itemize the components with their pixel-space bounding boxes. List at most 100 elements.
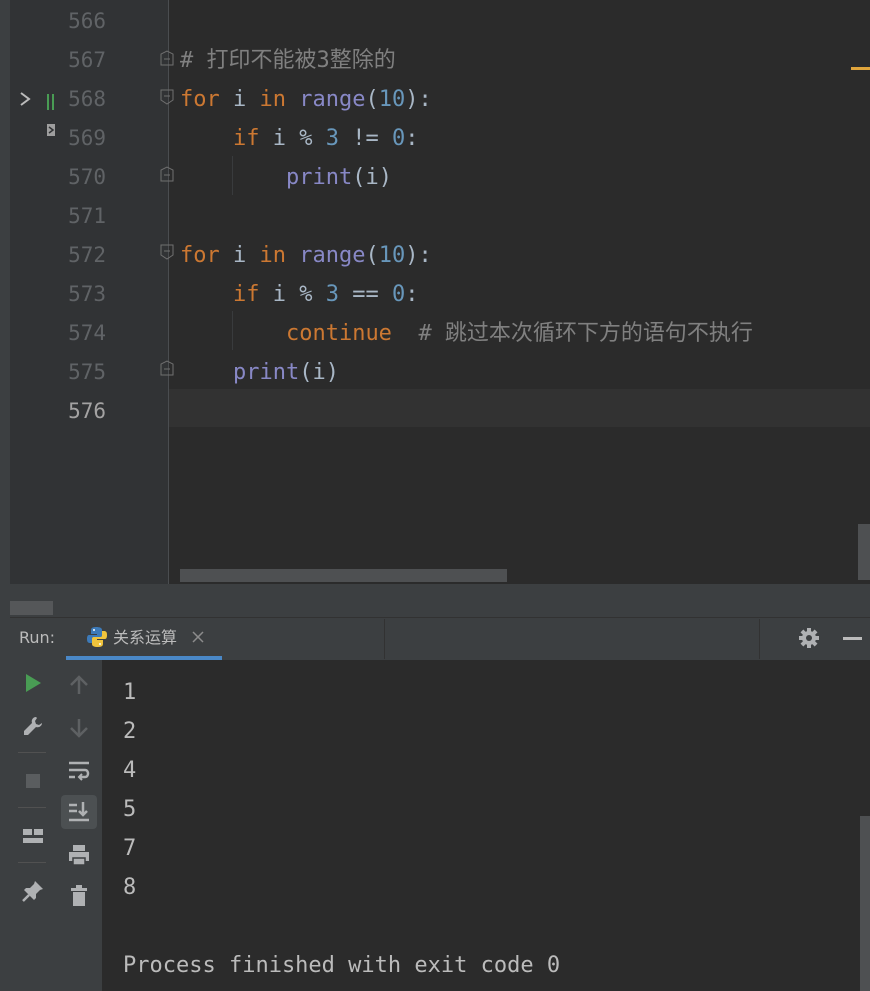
code-token: :	[405, 282, 419, 307]
editor-vertical-scrollbar[interactable]	[858, 524, 870, 580]
toolbar-separator	[18, 752, 46, 753]
tab-separator	[759, 619, 760, 659]
gutter-scroll-knob[interactable]	[10, 601, 53, 615]
up-arrow-icon[interactable]	[67, 673, 91, 697]
code-token: for	[180, 243, 220, 268]
code-token: :	[405, 126, 419, 151]
code-token: in	[259, 87, 287, 112]
code-token: in	[259, 243, 287, 268]
code-token: # 跳过本次循环下方的语句不执行	[418, 321, 753, 346]
layout-icon[interactable]	[21, 824, 45, 848]
code-token: i	[219, 243, 260, 268]
code-token: 3	[325, 126, 339, 151]
code-token: 10	[378, 87, 406, 112]
line-number: 575	[68, 360, 106, 384]
code-line[interactable]: 570 print(i)	[0, 158, 870, 197]
code-token: continue	[285, 321, 392, 346]
console-line: 8	[123, 875, 137, 900]
fold-start-icon[interactable]	[160, 244, 174, 260]
code-text[interactable]: print(i)	[180, 158, 392, 197]
warning-marker[interactable]	[851, 67, 870, 70]
code-token: print	[285, 165, 353, 190]
toolbar-separator	[18, 807, 46, 808]
code-token: i %	[259, 126, 326, 151]
code-token: print	[232, 360, 300, 385]
run-panel-label: Run:	[19, 628, 56, 647]
code-token: range	[299, 87, 366, 112]
print-icon[interactable]	[67, 843, 91, 867]
code-text[interactable]: for i in range(10):	[180, 80, 432, 119]
code-token: range	[299, 243, 366, 268]
fold-end-icon[interactable]	[160, 360, 174, 376]
code-text[interactable]: if i % 3 != 0:	[180, 119, 418, 158]
line-number: 567	[68, 48, 106, 72]
code-line[interactable]: 576	[0, 392, 870, 431]
run-tab-title[interactable]: 关系运算	[113, 627, 177, 649]
fold-start-icon[interactable]	[160, 89, 174, 105]
close-icon[interactable]	[191, 630, 205, 644]
code-text[interactable]: for i in range(10):	[180, 236, 432, 275]
code-line[interactable]: 574 continue # 跳过本次循环下方的语句不执行	[0, 314, 870, 353]
down-arrow-icon[interactable]	[67, 716, 91, 740]
code-line[interactable]: 567 # 打印不能被3整除的	[0, 41, 870, 80]
scroll-to-end-icon[interactable]	[67, 800, 91, 824]
console-line: 4	[123, 758, 137, 783]
line-number: 566	[68, 9, 106, 33]
code-line[interactable]: 575 print(i)	[0, 353, 870, 392]
code-line[interactable]: 566	[0, 2, 870, 41]
code-token: 10	[378, 243, 406, 268]
code-token: if	[232, 282, 260, 307]
rerun-icon[interactable]	[21, 671, 45, 695]
console-line: 2	[123, 719, 137, 744]
console-vertical-scrollbar[interactable]	[860, 816, 870, 991]
code-token: (	[365, 243, 379, 268]
wrench-icon[interactable]	[21, 715, 45, 739]
code-token: if	[232, 126, 260, 151]
code-token: (	[365, 87, 379, 112]
stop-icon[interactable]	[21, 769, 45, 793]
soft-wrap-icon[interactable]	[67, 759, 91, 783]
code-text[interactable]: # 打印不能被3整除的	[180, 41, 396, 80]
line-number: 568	[68, 87, 106, 111]
line-number: 570	[68, 165, 106, 189]
gear-icon[interactable]	[798, 627, 820, 649]
code-line[interactable]: 573 if i % 3 == 0:	[0, 275, 870, 314]
editor-horizontal-scrollbar[interactable]	[180, 569, 507, 582]
pin-icon[interactable]	[21, 879, 45, 903]
line-number: 574	[68, 321, 106, 345]
code-text[interactable]: print(i)	[180, 353, 339, 392]
code-token: i	[219, 87, 260, 112]
line-number: 572	[68, 243, 106, 267]
code-token: (i)	[352, 165, 392, 190]
console-line: 1	[123, 680, 137, 705]
code-line[interactable]: 568 for i in range(10):	[0, 80, 870, 119]
line-number: 569	[68, 126, 106, 150]
console-line: Process finished with exit code 0	[123, 953, 561, 978]
code-line[interactable]: 571	[0, 197, 870, 236]
fold-start-icon[interactable]	[160, 50, 174, 66]
code-token: i %	[259, 282, 326, 307]
trash-icon[interactable]	[67, 884, 91, 908]
code-token: for	[180, 87, 220, 112]
code-text[interactable]: continue # 跳过本次循环下方的语句不执行	[180, 314, 753, 353]
toolbar-separator	[18, 862, 46, 863]
code-line[interactable]: 572 for i in range(10):	[0, 236, 870, 275]
code-text[interactable]: if i % 3 == 0:	[180, 275, 418, 314]
tab-separator	[384, 619, 385, 659]
code-token: !=	[338, 126, 392, 151]
code-token: (i)	[299, 360, 339, 385]
python-icon	[87, 627, 107, 647]
console-output[interactable]	[102, 660, 870, 991]
fold-end-icon[interactable]	[160, 166, 174, 182]
minimize-icon[interactable]	[843, 637, 862, 640]
code-line[interactable]: 569 if i % 3 != 0:	[0, 119, 870, 158]
line-number: 571	[68, 204, 106, 228]
